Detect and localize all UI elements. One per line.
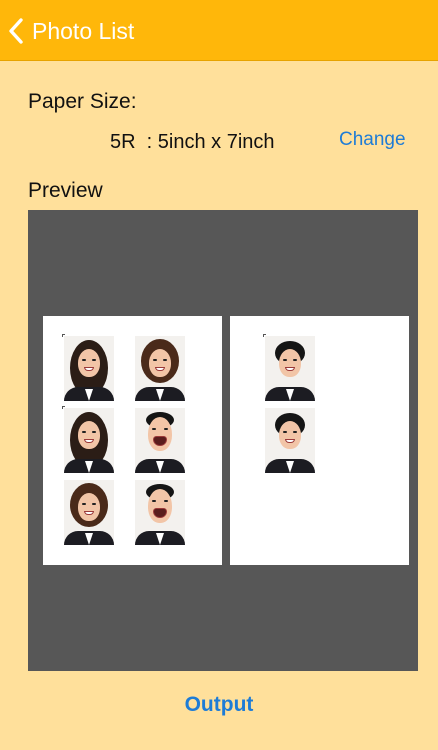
- paper-size-value: 5R : 5inch x 7inch: [110, 131, 275, 153]
- preview-area: [28, 210, 418, 671]
- preview-label: Preview: [28, 179, 103, 202]
- navigation-bar: Photo List: [0, 0, 438, 61]
- photo-thumbnail[interactable]: [64, 336, 114, 401]
- preview-sheet-2: [230, 316, 409, 565]
- crop-mark: [263, 334, 266, 337]
- photo-thumbnail[interactable]: [265, 336, 315, 401]
- back-button[interactable]: Photo List: [8, 12, 134, 50]
- change-paper-button[interactable]: Change: [339, 129, 406, 151]
- photo-thumbnail[interactable]: [265, 408, 315, 473]
- crop-mark: [62, 334, 65, 337]
- photo-thumbnail[interactable]: [135, 336, 185, 401]
- photo-thumbnail[interactable]: [135, 480, 185, 545]
- preview-sheet-1: [43, 316, 222, 565]
- crop-mark: [62, 406, 65, 409]
- paper-size-label: Paper Size:: [28, 90, 137, 113]
- photo-thumbnail[interactable]: [64, 408, 114, 473]
- chevron-left-icon: [8, 17, 24, 45]
- photo-thumbnail[interactable]: [64, 480, 114, 545]
- output-button[interactable]: Output: [0, 693, 438, 717]
- nav-title: Photo List: [32, 17, 135, 44]
- photo-thumbnail[interactable]: [135, 408, 185, 473]
